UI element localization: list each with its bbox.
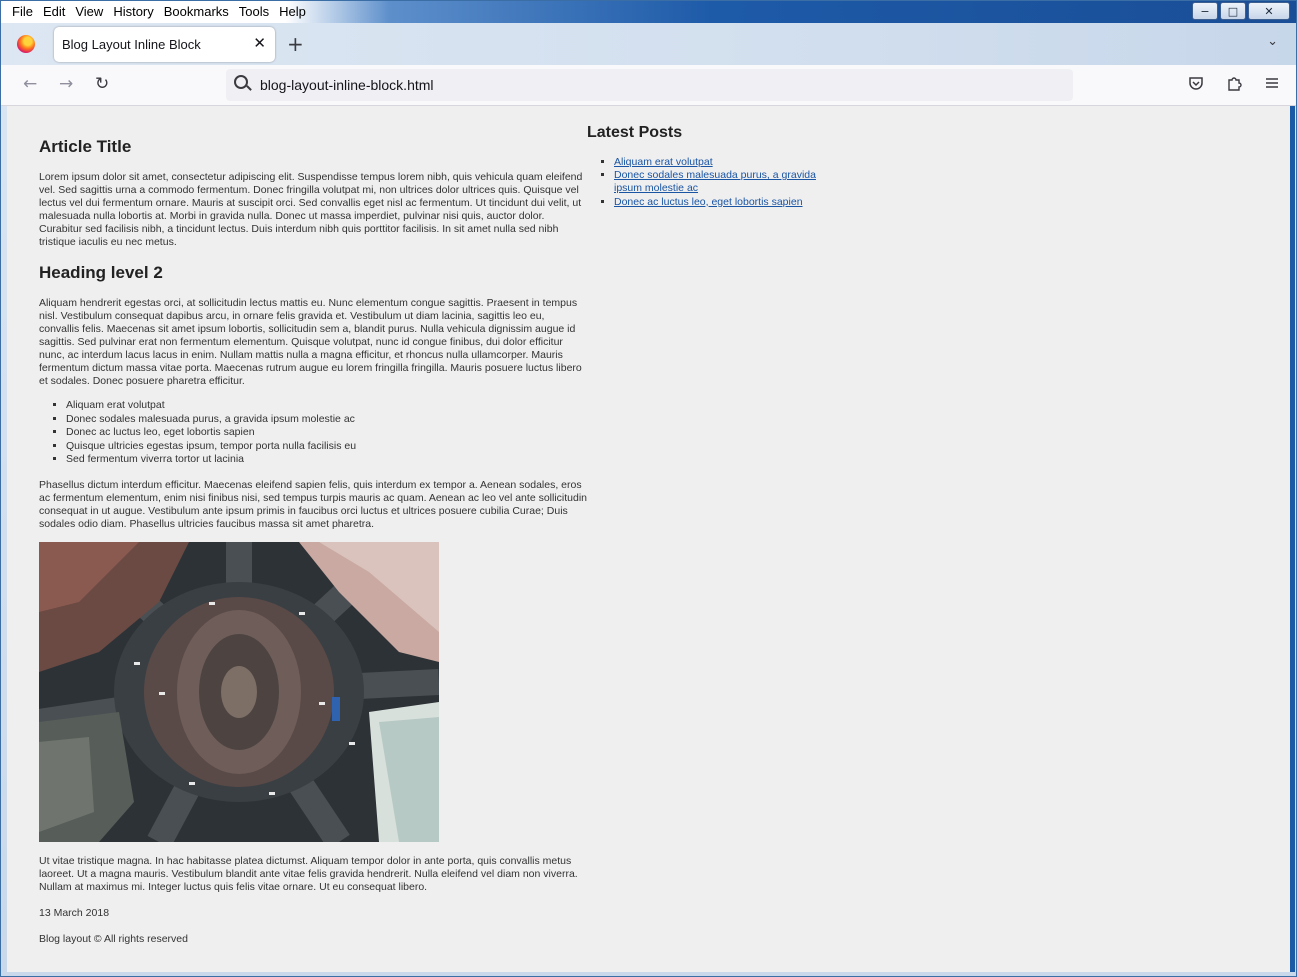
article-title: Article Title xyxy=(39,137,132,156)
search-icon xyxy=(234,75,248,89)
article-paragraph-3: Phasellus dictum interdum efficitur. Mae… xyxy=(39,478,588,530)
menu-file[interactable]: File xyxy=(7,3,38,21)
list-item: Sed fermentum viverra tortor ut lacinia xyxy=(66,453,587,467)
list-item: Donec sodales malesuada purus, a gravida… xyxy=(66,413,587,427)
aerial-city-photo xyxy=(39,542,439,843)
window-controls: − □ ✕ xyxy=(1192,2,1290,20)
new-tab-icon[interactable]: + xyxy=(287,32,304,56)
url-text[interactable]: blog-layout-inline-block.html xyxy=(260,77,434,93)
article-column: Article Title Lorem ipsum dolor sit amet… xyxy=(39,106,587,945)
post-link[interactable]: Donec sodales malesuada purus, a gravida… xyxy=(614,169,816,194)
section-heading: Heading level 2 xyxy=(39,262,163,282)
forward-icon[interactable]: → xyxy=(59,74,73,94)
url-bar[interactable]: blog-layout-inline-block.html xyxy=(226,69,1073,101)
list-item: Aliquam erat volutpat xyxy=(66,399,587,413)
article-date: 13 March 2018 xyxy=(39,907,110,920)
browser-window: File Edit View History Bookmarks Tools H… xyxy=(0,0,1297,977)
window-right-edge xyxy=(1290,106,1295,972)
tab-list-chevron-icon[interactable]: ⌄ xyxy=(1267,34,1278,49)
article-paragraph-1: Lorem ipsum dolor sit amet, consectetur … xyxy=(39,171,583,249)
list-item: Donec ac luctus leo, eget lobortis sapie… xyxy=(66,426,587,440)
menu-edit[interactable]: Edit xyxy=(38,3,70,21)
menu-help[interactable]: Help xyxy=(274,3,311,21)
menu-bookmarks[interactable]: Bookmarks xyxy=(159,3,234,21)
bullet-list: Aliquam erat volutpat Donec sodales male… xyxy=(66,399,587,467)
page-footer: Blog layout © All rights reserved xyxy=(39,933,188,946)
article-paragraph-2: Aliquam hendrerit egestas orci, at solli… xyxy=(39,296,582,388)
tab-close-icon[interactable]: ✕ xyxy=(253,34,266,52)
tab-active[interactable]: Blog Layout Inline Block ✕ xyxy=(54,27,275,62)
pocket-icon[interactable] xyxy=(1188,75,1204,95)
maximize-button[interactable]: □ xyxy=(1220,2,1246,20)
close-window-button[interactable]: ✕ xyxy=(1248,2,1290,20)
page-viewport[interactable]: Article Title Lorem ipsum dolor sit amet… xyxy=(7,106,1290,972)
tab-title: Blog Layout Inline Block xyxy=(62,37,201,52)
list-item: Donec sodales malesuada purus, a gravida… xyxy=(614,169,827,195)
title-bar: File Edit View History Bookmarks Tools H… xyxy=(1,1,1296,23)
menu-bar: File Edit View History Bookmarks Tools H… xyxy=(7,3,311,21)
firefox-logo-icon xyxy=(17,35,35,53)
list-item: Aliquam erat volutpat xyxy=(614,156,827,169)
extensions-icon[interactable] xyxy=(1226,75,1242,95)
menu-view[interactable]: View xyxy=(70,3,108,21)
reload-icon[interactable]: ↻ xyxy=(95,74,109,94)
menu-tools[interactable]: Tools xyxy=(234,3,274,21)
hamburger-menu-icon[interactable] xyxy=(1264,75,1280,95)
post-link[interactable]: Aliquam erat volutpat xyxy=(614,156,713,168)
list-item: Donec ac luctus leo, eget lobortis sapie… xyxy=(614,196,827,209)
minimize-button[interactable]: − xyxy=(1192,2,1218,20)
toolbar-icons xyxy=(1188,75,1280,95)
list-item: Quisque ultricies egestas ipsum, tempor … xyxy=(66,440,587,454)
article-paragraph-4: Ut vitae tristique magna. In hac habitas… xyxy=(39,855,578,894)
back-icon[interactable]: ← xyxy=(23,74,37,94)
sidebar-title: Latest Posts xyxy=(587,124,683,141)
post-link[interactable]: Donec ac luctus leo, eget lobortis sapie… xyxy=(614,196,803,208)
latest-posts-list: Aliquam erat volutpat Donec sodales male… xyxy=(614,156,827,209)
menu-history[interactable]: History xyxy=(108,3,158,21)
tab-strip: Blog Layout Inline Block ✕ + ⌄ xyxy=(1,23,1296,65)
sidebar: Latest Posts Aliquam erat volutpat Donec… xyxy=(587,106,827,209)
navigation-bar: ← → ↻ blog-layout-inline-block.html xyxy=(1,65,1296,106)
